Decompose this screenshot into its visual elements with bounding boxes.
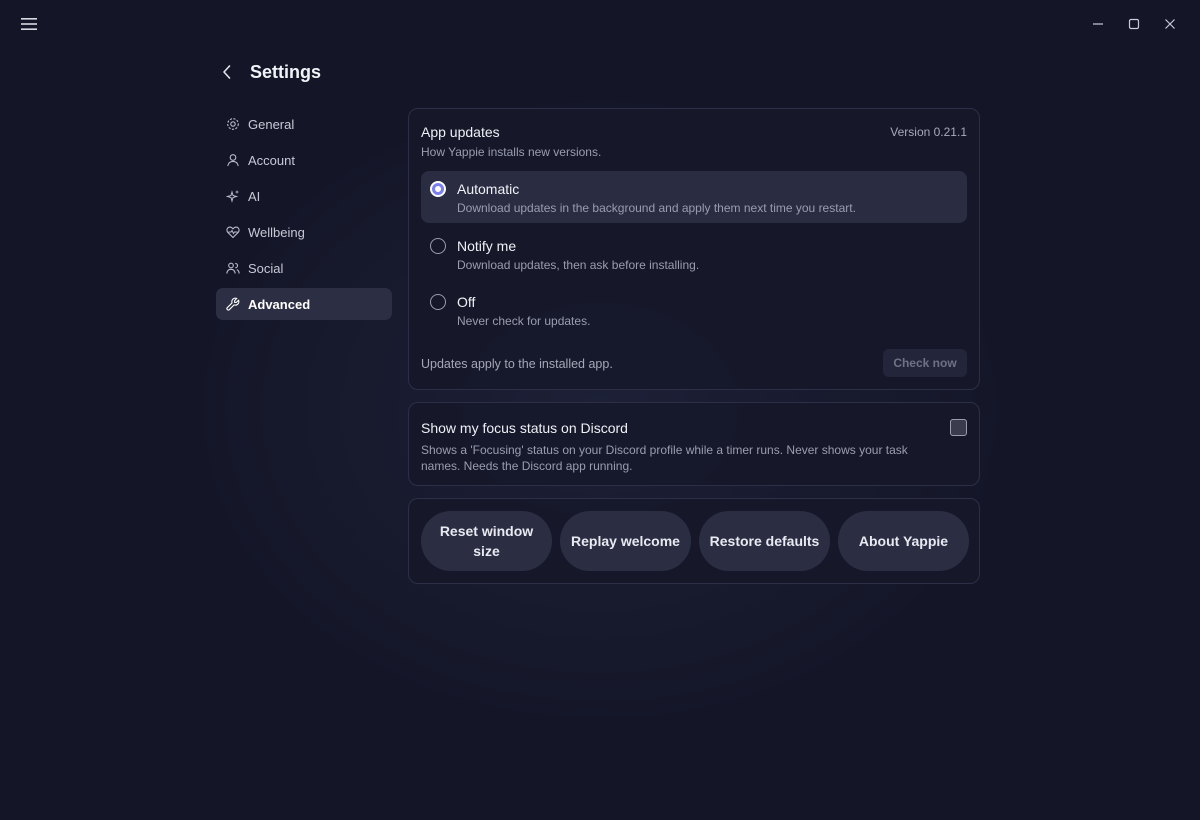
check-now-button[interactable]: Check now [883, 349, 967, 377]
sidebar-item-general[interactable]: General [216, 108, 392, 140]
sidebar-item-wellbeing[interactable]: Wellbeing [216, 216, 392, 248]
sidebar-item-account[interactable]: Account [216, 144, 392, 176]
sidebar-item-label: Wellbeing [248, 224, 305, 240]
option-description: Never check for updates. [457, 314, 591, 328]
about-yappie-button[interactable]: About Yappie [838, 511, 969, 571]
hamburger-menu-button[interactable] [18, 14, 40, 34]
gear-icon [227, 118, 239, 130]
restore-defaults-button[interactable]: Restore defaults [699, 511, 830, 571]
version-label: Version 0.21.1 [890, 125, 967, 139]
window-controls [1080, 12, 1188, 36]
sidebar-item-advanced[interactable]: Advanced [216, 288, 392, 320]
replay-welcome-button[interactable]: Replay welcome [560, 511, 691, 571]
option-label: Automatic [457, 181, 520, 197]
option-label: Off [457, 294, 476, 310]
page-title: Settings [250, 61, 322, 82]
updates-footer-note: Updates apply to the installed app. [421, 357, 613, 371]
app-updates-title: App updates [421, 124, 500, 140]
close-button[interactable] [1152, 12, 1188, 36]
wrench-icon [226, 297, 240, 311]
radio-button[interactable] [430, 238, 446, 254]
minimize-icon [1093, 23, 1103, 25]
sidebar-item-label: Social [248, 260, 284, 276]
people-icon [226, 262, 240, 274]
chevron-left-icon [223, 65, 231, 79]
discord-status-description: Shows a 'Focusing' status on your Discor… [421, 443, 908, 473]
radio-button[interactable] [430, 294, 446, 310]
actions-card: Reset window size Replay welcome Restore… [408, 498, 980, 584]
settings-sidebar: General Account AI Wellbeing Social Adva… [216, 108, 392, 324]
back-button[interactable] [216, 58, 238, 86]
sparkles-icon [226, 190, 239, 203]
sidebar-item-ai[interactable]: AI [216, 180, 392, 212]
app-updates-subtitle: How Yappie installs new versions. [421, 145, 602, 159]
reset-window-size-button[interactable]: Reset window size [421, 511, 552, 571]
settings-header: Settings [216, 58, 321, 86]
maximize-icon [1128, 18, 1140, 30]
discord-status-title: Show my focus status on Discord [421, 420, 628, 436]
sidebar-item-social[interactable]: Social [216, 252, 392, 284]
person-icon [227, 154, 239, 167]
minimize-button[interactable] [1080, 12, 1116, 36]
sidebar-item-label: Account [248, 152, 295, 168]
radio-button[interactable] [430, 181, 446, 197]
heart-pulse-icon [226, 226, 240, 239]
close-icon [1165, 19, 1175, 29]
option-description: Download updates, then ask before instal… [457, 258, 700, 272]
sidebar-item-label: General [248, 116, 295, 132]
app-updates-card: App updates Version 0.21.1 How Yappie in… [408, 108, 980, 390]
hamburger-icon [21, 18, 37, 30]
actions-row: Reset window size Replay welcome Restore… [421, 511, 969, 571]
update-option-off[interactable]: Off Never check for updates. [421, 284, 967, 336]
discord-status-card: Show my focus status on Discord Shows a … [408, 402, 980, 486]
option-label: Notify me [457, 238, 517, 254]
update-option-notify-me[interactable]: Notify me Download updates, then ask bef… [421, 228, 967, 280]
maximize-button[interactable] [1116, 12, 1152, 36]
sidebar-item-label: AI [248, 188, 261, 204]
discord-status-checkbox[interactable] [950, 419, 967, 436]
option-description: Download updates in the background and a… [457, 201, 856, 215]
sidebar-item-label: Advanced [248, 296, 311, 312]
update-option-automatic[interactable]: Automatic Download updates in the backgr… [421, 171, 967, 223]
